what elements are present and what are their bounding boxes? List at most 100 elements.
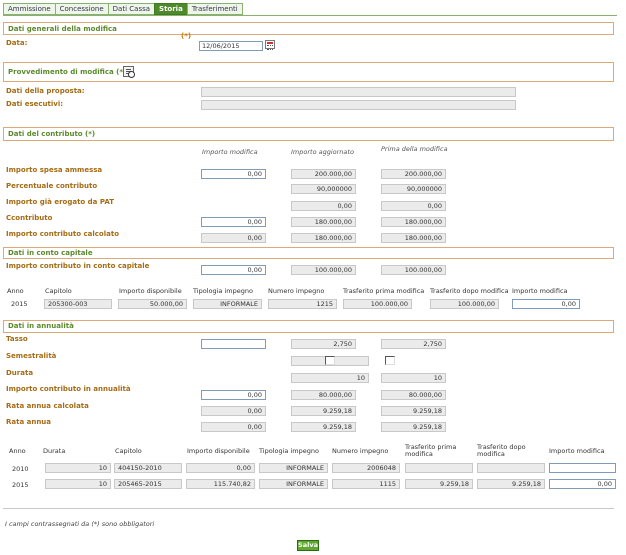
semestralita-checkbox-aggiornato [325, 356, 335, 365]
section-title-provvedimento: Provvedimento di modifica (*) [8, 68, 127, 76]
section-title-contributo: Dati del contributo (*) [8, 130, 96, 138]
an-row1-numero: 2006048 [332, 463, 400, 473]
an-row1-tipologia: INFORMALE [259, 463, 328, 473]
an-row1-capitolo: 404150-2010 [114, 463, 182, 473]
an-row2-modifica-input[interactable]: 0,00 [549, 479, 616, 489]
section-header-conto-capitale [3, 247, 614, 259]
ccontributo-aggiornato: 180.000,00 [291, 217, 356, 227]
cc-row-tipologia: INFORMALE [193, 299, 262, 309]
section-header-annualita [3, 320, 614, 333]
rata-annua-aggiornato: 9.259,18 [291, 422, 356, 432]
esecutivi-label: Dati esecutivi: [6, 100, 64, 108]
rata-annua-modifica: 0,00 [201, 422, 266, 432]
calcolato-aggiornato: 180.000,00 [291, 233, 356, 243]
section-title-annualita: Dati in annualità [8, 322, 74, 330]
ccontributo-label: Ccontributo [6, 214, 53, 222]
section-title-conto-capitale: Dati in conto capitale [8, 249, 93, 257]
tab-ammissione[interactable]: Ammissione [3, 3, 56, 15]
rata-annua-label: Rata annua [6, 418, 52, 426]
an-row2-durata: 10 [45, 479, 111, 489]
an-row1-modifica-input[interactable] [549, 463, 616, 473]
required-footnote: I campi contrassegnati da (*) sono obbli… [5, 520, 155, 528]
tasso-label: Tasso [6, 335, 28, 343]
erogato-aggiornato: 0,00 [291, 201, 356, 211]
percentuale-aggiornato: 90,000000 [291, 184, 356, 194]
section-title-generali: Dati generali della modifica [8, 25, 117, 33]
proposta-field [201, 87, 516, 97]
durata-label: Durata [6, 369, 34, 377]
an-row1-anno: 2010 [12, 465, 29, 473]
an-th-anno: Anno [9, 447, 26, 455]
cc-th-numero: Numero impegno [268, 287, 325, 295]
cc-row-disponibile: 50.000,00 [118, 299, 187, 309]
tab-dati-cassa[interactable]: Dati Cassa [107, 3, 156, 15]
rata-calcolata-prima: 9.259,18 [381, 406, 446, 416]
tasso-input[interactable] [201, 339, 266, 349]
an-row2-capitolo: 205465-2015 [114, 479, 182, 489]
tasso-prima: 2,750 [381, 339, 446, 349]
tab-bar: Ammissione Concessione Dati Cassa Storia… [3, 3, 243, 15]
conto-capitale-prima: 100.000,00 [381, 265, 446, 275]
document-search-icon[interactable] [123, 66, 135, 78]
data-field[interactable]: 12/06/2015 [199, 41, 263, 51]
annualita-importo-aggiornato: 80.000,00 [291, 390, 356, 400]
spesa-ammessa-input[interactable]: 0,00 [201, 169, 266, 179]
an-row2-numero: 1115 [332, 479, 400, 489]
rata-annua-prima: 9.259,18 [381, 422, 446, 432]
an-th-capitolo: Capitolo [115, 447, 142, 455]
cc-row-anno: 2015 [11, 300, 28, 308]
col-header-prima: Prima della modifica [381, 145, 448, 153]
rata-calcolata-aggiornato: 9.259,18 [291, 406, 356, 416]
rata-calcolata-label: Rata annua calcolata [6, 402, 89, 410]
an-th-tipologia: Tipologia impegno [259, 447, 319, 455]
ccontributo-input[interactable]: 0,00 [201, 217, 266, 227]
semestralita-checkbox-prima [385, 356, 395, 365]
save-button[interactable]: Salva [297, 540, 319, 551]
conto-capitale-aggiornato: 100.000,00 [291, 265, 356, 275]
cc-row-modifica-input[interactable]: 0,00 [512, 299, 580, 309]
annualita-importo-input[interactable]: 0,00 [201, 390, 266, 400]
tasso-aggiornato: 2,750 [291, 339, 356, 349]
an-row1-durata: 10 [45, 463, 111, 473]
tab-concessione[interactable]: Concessione [54, 3, 109, 15]
calcolato-modifica: 0,00 [201, 233, 266, 243]
esecutivi-field [201, 100, 516, 110]
spesa-ammessa-prima: 200.000,00 [381, 169, 446, 179]
calcolato-label: Importo contributo calcolato [6, 230, 119, 238]
percentuale-prima: 90,000000 [381, 184, 446, 194]
cc-th-trasf-dopo: Trasferito dopo modifica [430, 287, 509, 295]
cc-th-anno: Anno [7, 287, 24, 295]
cc-th-tipologia: Tipologia impegno [193, 287, 253, 295]
cc-th-capitolo: Capitolo [45, 287, 72, 295]
erogato-prima: 0,00 [381, 201, 446, 211]
percentuale-label: Percentuale contributo [6, 182, 98, 190]
an-row1-trasf-prima [405, 463, 473, 473]
an-th-numero: Numero impegno [332, 447, 389, 455]
calendar-icon[interactable] [265, 40, 275, 50]
spesa-ammessa-label: Importo spesa ammessa [6, 166, 103, 174]
an-row1-disponibile: 0,00 [186, 463, 255, 473]
an-row2-trasf-prima: 9.259,18 [405, 479, 473, 489]
rata-calcolata-modifica: 0,00 [201, 406, 266, 416]
an-th-durata: Durata [43, 447, 66, 455]
required-mark: (*) [181, 32, 192, 40]
conto-capitale-input[interactable]: 0,00 [201, 265, 266, 275]
cc-row-trasf-dopo: 100.000,00 [430, 299, 499, 309]
cc-row-numero: 1215 [268, 299, 337, 309]
an-row2-trasf-dopo: 9.259,18 [477, 479, 545, 489]
an-row2-disponibile: 115.740,82 [186, 479, 255, 489]
semestralita-label: Semestralità [6, 352, 57, 360]
conto-capitale-label: Importo contributo in conto capitale [6, 262, 150, 270]
durata-prima: 10 [381, 373, 446, 383]
col-header-modifica: Importo modifica [202, 148, 258, 156]
cc-row-capitolo: 205300-003 [44, 299, 112, 309]
tab-trasferimenti[interactable]: Trasferimenti [186, 3, 243, 15]
an-th-modifica: Importo modifica [549, 447, 605, 455]
col-header-aggiornato: Importo aggiornato [291, 148, 354, 156]
tab-underline [3, 15, 617, 16]
ccontributo-prima: 180.000,00 [381, 217, 446, 227]
spesa-ammessa-aggiornato: 200.000,00 [291, 169, 356, 179]
proposta-label: Dati della proposta: [6, 87, 85, 95]
tab-storia[interactable]: Storia [154, 3, 188, 15]
calcolato-prima: 180.000,00 [381, 233, 446, 243]
